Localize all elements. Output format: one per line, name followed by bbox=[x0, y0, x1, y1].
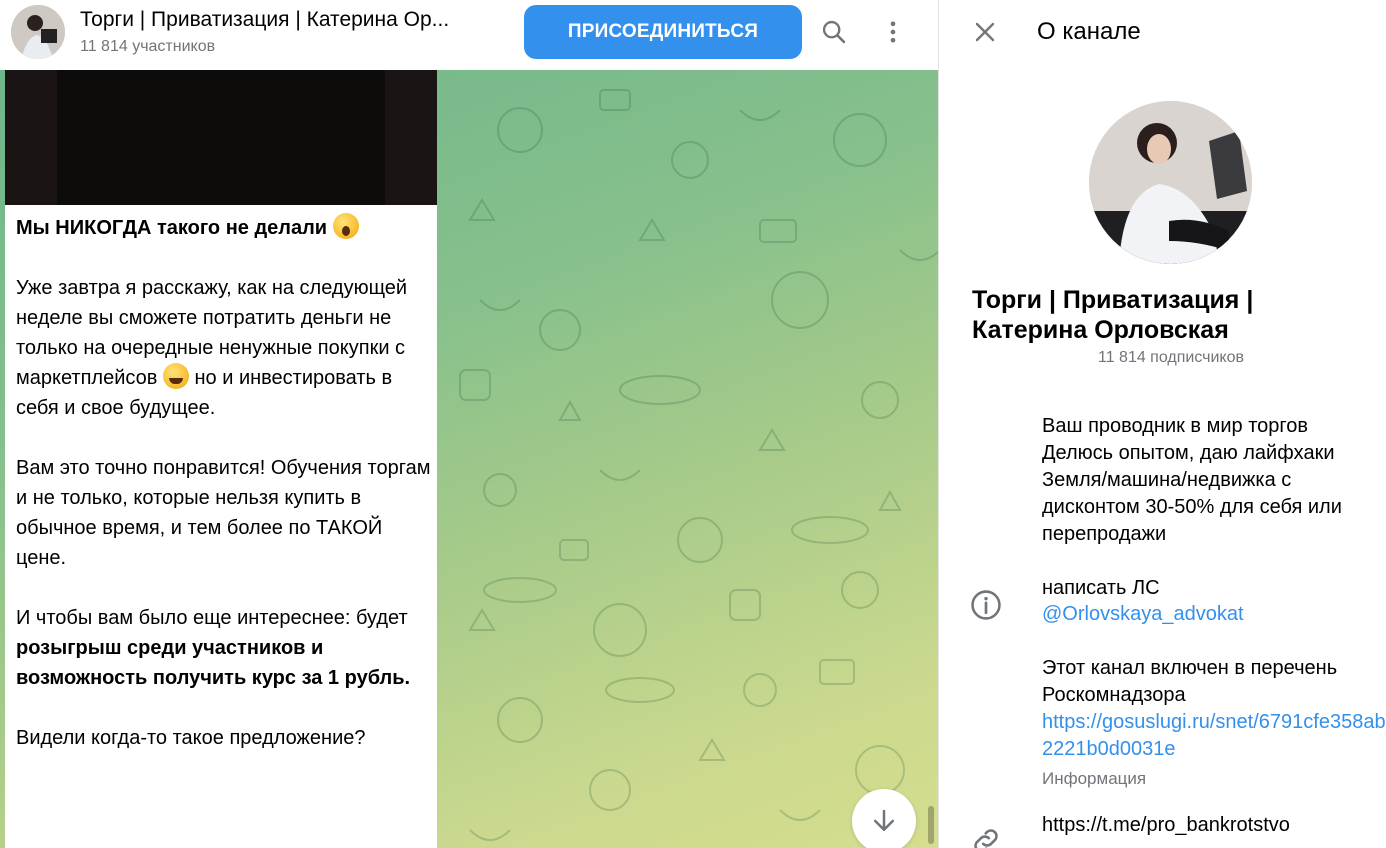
message-bubble[interactable]: Мы НИКОГДА такого не делали Уже завтра я… bbox=[5, 70, 437, 848]
message-paragraph-4: Видели когда-то такое предложение? bbox=[16, 727, 366, 749]
message-text: Мы НИКОГДА такого не делали Уже завтра я… bbox=[16, 213, 431, 783]
channel-info-panel: О канале Торги | Приватизация | Катерина… bbox=[939, 0, 1386, 848]
contact-label: написать ЛС bbox=[1042, 577, 1160, 599]
member-count: 11 814 участников bbox=[80, 38, 216, 55]
video-preview[interactable] bbox=[5, 70, 437, 205]
channel-link[interactable]: https://t.me/pro_bankrotstvo bbox=[1042, 812, 1290, 839]
avatar-photo-large bbox=[1089, 101, 1252, 264]
message-paragraph-3a: И чтобы вам было еще интереснее: будет bbox=[16, 607, 408, 629]
channel-title: Торги | Приватизация | Катерина Ор... bbox=[80, 8, 450, 31]
scrollbar[interactable] bbox=[928, 806, 934, 844]
video-frame bbox=[57, 70, 385, 205]
arrow-down-icon bbox=[874, 809, 894, 831]
message-title: Мы НИКОГДА такого не делали bbox=[16, 217, 328, 239]
channel-avatar-large[interactable] bbox=[1089, 101, 1252, 264]
message-paragraph-3-bold: розыгрыш среди участников и возможность … bbox=[16, 637, 411, 689]
more-button[interactable] bbox=[874, 13, 912, 51]
rkn-link[interactable]: https://gosuslugi.ru/snet/6791cfe358ab22… bbox=[1042, 709, 1386, 763]
info-caption: Информация bbox=[1042, 769, 1147, 788]
search-button[interactable] bbox=[815, 13, 853, 51]
more-vertical-icon bbox=[890, 21, 896, 43]
face-screaming-emoji bbox=[332, 213, 359, 239]
chat-area: Мы НИКОГДА такого не делали Уже завтра я… bbox=[0, 0, 938, 848]
info-icon bbox=[971, 590, 1001, 620]
rkn-notice: Этот канал включен в перечень Роскомнадз… bbox=[1042, 657, 1338, 706]
channel-name: Торги | Приватизация | Катерина Орловска… bbox=[972, 286, 1254, 344]
subscriber-count: 11 814 подписчиков bbox=[1097, 349, 1244, 366]
panel-title: О канале bbox=[1037, 18, 1141, 45]
channel-description: Ваш проводник в мир торгов Делюсь опытом… bbox=[1042, 415, 1342, 545]
grinning-sweat-emoji bbox=[162, 363, 189, 389]
search-icon bbox=[822, 20, 846, 44]
channel-avatar[interactable] bbox=[11, 5, 65, 59]
close-icon bbox=[975, 22, 995, 42]
contact-username-link[interactable]: @Orlovskaya_advokat bbox=[1042, 601, 1244, 628]
scroll-down-button[interactable] bbox=[852, 789, 916, 848]
chat-header: Торги | Приватизация | Катерина Ор... 11… bbox=[0, 0, 938, 70]
header-text[interactable]: Торги | Приватизация | Катерина Ор... 11… bbox=[80, 6, 510, 58]
link-icon bbox=[974, 829, 998, 848]
join-button[interactable]: ПРИСОЕДИНИТЬСЯ bbox=[524, 5, 802, 59]
avatar-photo bbox=[11, 5, 65, 59]
message-paragraph-2: Вам это точно понравится! Обучения торга… bbox=[16, 457, 431, 569]
close-button[interactable] bbox=[967, 14, 1003, 50]
